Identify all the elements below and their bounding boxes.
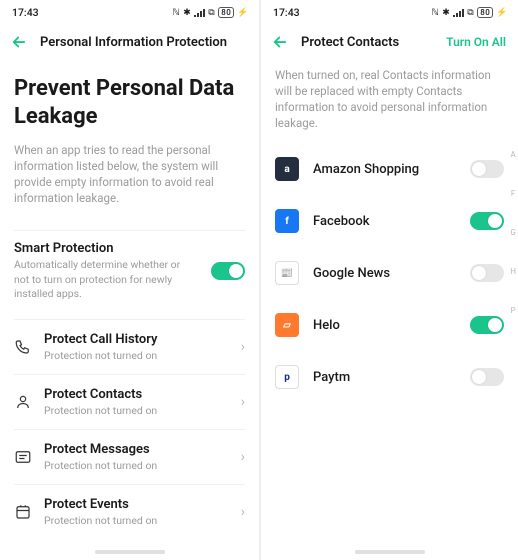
app-toggle[interactable]: [470, 212, 504, 230]
page-description: When turned on, real Contacts informatio…: [275, 67, 504, 131]
turn-on-all-button[interactable]: Turn On All: [446, 35, 506, 49]
app-toggle[interactable]: [470, 368, 504, 386]
app-row: p Paytm: [275, 351, 504, 403]
index-letter[interactable]: A: [510, 150, 516, 159]
app-toggle[interactable]: [470, 264, 504, 282]
chevron-right-icon: ›: [241, 449, 245, 465]
app-icon: 📰: [275, 261, 299, 285]
chevron-right-icon: ›: [241, 504, 245, 520]
smart-protection-toggle[interactable]: [211, 262, 245, 280]
app-row: 📰 Google News: [275, 247, 504, 299]
row-sub: Protection not turned on: [44, 459, 229, 472]
back-icon[interactable]: [10, 33, 28, 51]
protect-events-row[interactable]: Protect Events Protection not turned on …: [14, 484, 245, 539]
row-title: Protect Events: [44, 497, 229, 512]
smart-protection-row: Smart Protection Automatically determine…: [14, 230, 245, 319]
app-row: f Facebook: [275, 195, 504, 247]
protect-contacts-row[interactable]: Protect Contacts Protection not turned o…: [14, 374, 245, 429]
messages-icon: [14, 448, 32, 466]
header: Protect Contacts Turn On All: [261, 23, 518, 61]
status-icons: ℕ✱ ⧉ 80⚡: [431, 7, 508, 18]
status-time: 17:43: [12, 6, 39, 19]
main-description: When an app tries to read the personal i…: [14, 142, 245, 206]
app-icon: ▱: [275, 313, 299, 337]
header: Personal Information Protection: [0, 23, 259, 61]
main-heading: Prevent Personal Data Leakage: [14, 75, 245, 130]
row-sub: Protection not turned on: [44, 349, 229, 362]
app-row: ▱ Helo: [275, 299, 504, 351]
index-letter[interactable]: F: [510, 189, 516, 198]
index-letter[interactable]: P: [510, 306, 516, 315]
page-title: Protect Contacts: [301, 35, 399, 50]
status-bar: 17:43 ℕ✱ ⧉ 80⚡: [261, 0, 518, 23]
nav-bar[interactable]: [95, 550, 165, 554]
index-letter[interactable]: H: [510, 267, 516, 276]
index-letter[interactable]: G: [510, 228, 516, 237]
app-name-label: Amazon Shopping: [313, 162, 456, 177]
nav-bar[interactable]: [355, 550, 425, 554]
app-icon: p: [275, 365, 299, 389]
back-icon[interactable]: [271, 33, 289, 51]
row-title: Protect Contacts: [44, 387, 229, 402]
calendar-icon: [14, 503, 32, 521]
status-bar: 17:43 ℕ✱ ⧉ 80⚡: [0, 0, 259, 23]
app-name-label: Facebook: [313, 214, 456, 229]
screen-personal-info-protection: 17:43 ℕ✱ ⧉ 80⚡ Personal Information Prot…: [0, 0, 259, 560]
row-sub: Protection not turned on: [44, 404, 229, 417]
app-name-label: Paytm: [313, 370, 456, 385]
smart-protection-title: Smart Protection: [14, 241, 199, 256]
app-row: a Amazon Shopping: [275, 143, 504, 195]
status-icons: ℕ✱ ⧉ 80⚡: [172, 7, 249, 18]
app-icon: a: [275, 157, 299, 181]
protect-call-history-row[interactable]: Protect Call History Protection not turn…: [14, 319, 245, 374]
status-time: 17:43: [273, 6, 300, 19]
chevron-right-icon: ›: [241, 339, 245, 355]
row-title: Protect Messages: [44, 442, 229, 457]
alpha-index[interactable]: A F G H P: [510, 150, 516, 315]
contacts-icon: [14, 393, 32, 411]
protect-messages-row[interactable]: Protect Messages Protection not turned o…: [14, 429, 245, 484]
app-name-label: Google News: [313, 266, 456, 281]
screen-protect-contacts: 17:43 ℕ✱ ⧉ 80⚡ Protect Contacts Turn On …: [259, 0, 518, 560]
phone-icon: [14, 338, 32, 356]
smart-protection-sub: Automatically determine whether or not t…: [14, 258, 194, 301]
app-name-label: Helo: [313, 318, 456, 333]
app-toggle[interactable]: [470, 316, 504, 334]
app-toggle[interactable]: [470, 160, 504, 178]
chevron-right-icon: ›: [241, 394, 245, 410]
row-title: Protect Call History: [44, 332, 229, 347]
page-title: Personal Information Protection: [40, 35, 227, 50]
row-sub: Protection not turned on: [44, 514, 229, 527]
app-icon: f: [275, 209, 299, 233]
